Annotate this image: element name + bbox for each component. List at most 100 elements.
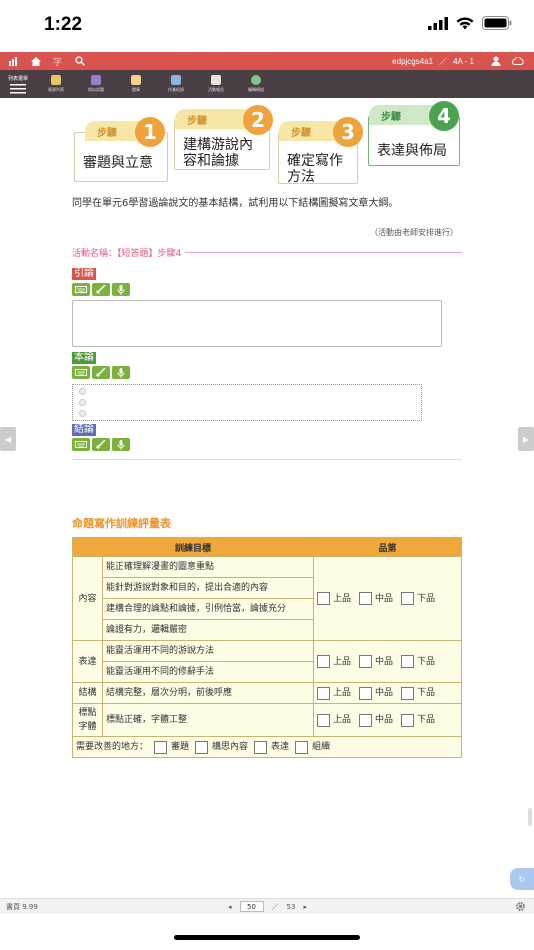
left-arrow-icon: ◀ xyxy=(4,434,12,444)
user-icon[interactable] xyxy=(490,55,502,67)
grade-option-high[interactable]: 上品 xyxy=(317,654,351,670)
page-number-input[interactable]: 50 xyxy=(239,901,264,912)
bullet-point xyxy=(79,410,86,417)
checkbox[interactable] xyxy=(317,655,330,668)
step-text-line: 容和論據 xyxy=(183,153,239,169)
improve-option-topic[interactable]: 審題 xyxy=(154,739,189,755)
section-divider xyxy=(72,459,462,460)
keyboard-icon[interactable] xyxy=(72,438,90,451)
next-page-arrow[interactable]: ▶ xyxy=(518,427,534,451)
improve-option-expression[interactable]: 表達 xyxy=(254,739,289,755)
keyboard-icon[interactable] xyxy=(72,366,90,379)
cloud-icon[interactable] xyxy=(512,55,524,67)
grade-label: 中品 xyxy=(375,715,394,725)
floating-action-button[interactable]: ↻ xyxy=(510,868,534,890)
checkbox[interactable] xyxy=(317,592,330,605)
checkbox[interactable] xyxy=(295,740,309,754)
scroll-indicator[interactable] xyxy=(528,808,532,826)
microphone-icon[interactable] xyxy=(112,283,130,296)
checkbox[interactable] xyxy=(195,740,209,754)
grade-option-high[interactable]: 上品 xyxy=(317,685,351,701)
microphone-icon[interactable] xyxy=(112,438,130,451)
checkbox[interactable] xyxy=(254,740,268,754)
font-size-icon[interactable]: 字 xyxy=(52,55,64,67)
grade-option-high[interactable]: 上品 xyxy=(317,591,351,607)
checkbox[interactable] xyxy=(401,713,415,727)
next-page-button[interactable]: ▸ xyxy=(303,903,307,911)
prev-page-button[interactable]: ◂ xyxy=(228,903,232,911)
step-text-line: 方法 xyxy=(287,169,315,185)
table-row: 表達 能靈活運用不同的游說方法 上品 中品 下品 xyxy=(72,640,462,683)
grade-option-mid[interactable]: 中品 xyxy=(359,591,393,607)
checkbox[interactable] xyxy=(359,655,373,668)
tool-label: 作業紀錄 xyxy=(168,87,184,92)
checkbox[interactable] xyxy=(317,713,330,727)
grade-cell: 上品 中品 下品 xyxy=(313,556,462,641)
checkbox[interactable] xyxy=(359,592,373,605)
keyboard-icon[interactable] xyxy=(72,283,90,296)
grade-option-mid[interactable]: 中品 xyxy=(359,712,393,728)
home-indicator[interactable] xyxy=(174,935,360,940)
tool-activity-report[interactable]: 活動報告 xyxy=(196,70,236,98)
steps-header: 步驟 1 審題與立意 步驟 2 建構游說內 容和論據 步驟 3 確定寫作 方法 … xyxy=(72,101,464,190)
step-number: 4 xyxy=(429,101,459,131)
grade-option-low[interactable]: 下品 xyxy=(401,654,435,670)
grade-option-mid[interactable]: 中品 xyxy=(359,654,393,670)
intro-section-label: 引論 xyxy=(72,268,96,280)
improvement-label: 需要改善的地方： xyxy=(76,742,149,752)
conclusion-input-tools xyxy=(72,438,130,451)
brush-icon[interactable] xyxy=(92,366,110,379)
tool-question-bank[interactable]: 題庫 xyxy=(116,70,156,98)
microphone-icon[interactable] xyxy=(112,366,130,379)
brush-icon[interactable] xyxy=(92,283,110,296)
body-input-tools xyxy=(72,366,130,379)
bullet-point xyxy=(79,399,86,406)
rubric-item: 能針對游說對象和目的，提出合適的內容 xyxy=(102,577,314,599)
checkbox[interactable] xyxy=(359,713,373,727)
checkbox[interactable] xyxy=(359,686,373,700)
rubric-header-grade: 品第 xyxy=(313,537,462,557)
intro-answer-input[interactable] xyxy=(72,300,442,347)
search-icon[interactable] xyxy=(74,55,86,67)
gear-icon[interactable] xyxy=(515,901,526,912)
improve-option-organization[interactable]: 組織 xyxy=(295,739,330,755)
improve-option-label: 審題 xyxy=(171,742,190,752)
grade-cell: 上品 中品 下品 xyxy=(313,640,462,683)
tool-extension-module[interactable]: 擴轉模組 xyxy=(236,70,276,98)
rubric-table: 訓練目標 品第 內容 能正確理解漫畫的圖意重點 上品 中品 下品 能針對游說對象… xyxy=(72,537,462,758)
home-icon[interactable] xyxy=(30,55,42,67)
checkbox[interactable] xyxy=(401,686,415,700)
step-number: 2 xyxy=(243,105,273,135)
checkbox[interactable] xyxy=(154,740,168,754)
record-icon xyxy=(171,75,181,85)
grade-option-low[interactable]: 下品 xyxy=(401,591,435,607)
checkbox[interactable] xyxy=(401,592,415,605)
rubric-header-goal: 訓練目標 xyxy=(72,537,314,557)
grade-option-low[interactable]: 下品 xyxy=(401,685,435,701)
step-text: 表達與佈局 xyxy=(377,143,447,159)
checkbox[interactable] xyxy=(317,686,330,700)
hamburger-icon xyxy=(10,83,26,93)
tool-similar-questions[interactable]: 相似試題 xyxy=(76,70,116,98)
tool-homework-record[interactable]: 作業紀錄 xyxy=(156,70,196,98)
body-section-label: 本論 xyxy=(72,352,96,364)
improve-option-content[interactable]: 構思內容 xyxy=(195,739,248,755)
grade-label: 中品 xyxy=(375,656,394,667)
grade-option-low[interactable]: 下品 xyxy=(401,712,435,728)
chart-icon[interactable] xyxy=(8,55,20,67)
step-text-line: 建構游說內 xyxy=(183,137,253,153)
grade-label: 下品 xyxy=(417,715,436,725)
body-answer-list[interactable] xyxy=(72,384,422,421)
improvement-cell: 需要改善的地方： 審題 構思內容 表達 組織 xyxy=(72,736,462,758)
list-menu-button[interactable]: 列表選單 xyxy=(0,70,36,98)
brush-icon[interactable] xyxy=(92,438,110,451)
grade-option-mid[interactable]: 中品 xyxy=(359,685,393,701)
step-3: 步驟 3 確定寫作 方法 xyxy=(278,117,363,185)
grade-option-high[interactable]: 上品 xyxy=(317,712,351,728)
bullet-point xyxy=(79,388,86,395)
checkbox[interactable] xyxy=(401,655,415,668)
activity-divider xyxy=(185,252,462,253)
prev-page-arrow[interactable]: ◀ xyxy=(0,427,16,451)
tool-resource-list[interactable]: 資源列表 xyxy=(36,70,76,98)
status-bar: 1:22 xyxy=(0,0,534,50)
